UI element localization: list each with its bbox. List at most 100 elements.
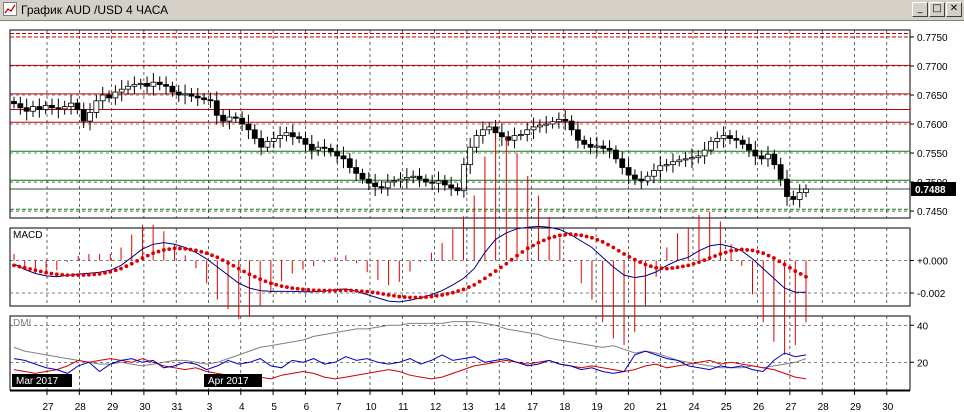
macd-signal-dot	[777, 259, 782, 264]
macd-signal-dot	[215, 255, 220, 260]
macd-signal-dot	[450, 290, 455, 295]
candle-bull	[112, 91, 119, 99]
candle-bear	[334, 151, 341, 157]
macd-signal-dot	[654, 265, 659, 270]
chart-window-icon	[3, 2, 17, 16]
candle-bull	[467, 146, 474, 166]
maximize-button[interactable]: □	[929, 2, 945, 17]
candle-bull	[796, 192, 803, 200]
dmi-axis-label: 20	[917, 358, 929, 369]
macd-signal-dot	[338, 288, 343, 293]
candle-bear	[575, 129, 581, 141]
macd-signal-dot	[664, 266, 669, 271]
candle-bull	[277, 135, 284, 139]
close-button[interactable]: ✕	[946, 2, 962, 17]
macd-signal-dot	[252, 274, 257, 279]
time-axis-label: 7	[336, 402, 342, 412]
macd-signal-dot	[151, 251, 156, 256]
candle-bear	[359, 172, 366, 180]
time-axis-label: 3	[207, 402, 213, 412]
macd-label: MACD	[13, 230, 42, 241]
candle-bear	[327, 147, 334, 153]
minimize-button[interactable]: _	[912, 2, 928, 17]
candle-bull	[87, 111, 93, 122]
macd-signal-dot	[306, 287, 311, 292]
candle-bull	[118, 88, 125, 93]
candle-bear	[289, 132, 296, 138]
time-axis-label: 17	[527, 402, 539, 412]
candle-bear	[733, 138, 740, 141]
macd-signal-dot	[124, 264, 129, 269]
chart-area[interactable]: 0.77500.77000.76500.76000.75500.75000.74…	[0, 21, 964, 412]
macd-signal-dot	[472, 282, 477, 287]
candle-bull	[384, 181, 391, 189]
macd-signal-dot	[483, 276, 487, 281]
price-axis-label: 0.7550	[917, 149, 948, 160]
candle-bear	[308, 143, 315, 151]
macd-signal-dot	[525, 246, 530, 251]
macd-signal-dot	[466, 285, 471, 290]
candle-bear	[365, 178, 372, 184]
candle-bull	[803, 188, 809, 193]
macd-signal-dot	[488, 272, 493, 277]
macd-signal-dot	[76, 273, 81, 278]
macd-signal-dot	[515, 253, 519, 258]
macd-signal-dot	[92, 272, 97, 277]
candle-bear	[207, 99, 214, 102]
macd-signal-dot	[686, 263, 691, 268]
macd-panel	[9, 227, 911, 307]
macd-signal-dot	[54, 272, 59, 277]
candle-bull	[435, 180, 442, 184]
candle-bear	[625, 167, 632, 176]
candle-bull	[61, 106, 68, 110]
candle-bear	[36, 106, 43, 110]
macd-signal-dot	[622, 252, 626, 256]
time-axis-label: 11	[398, 402, 409, 412]
time-axis-label: 29	[850, 402, 862, 412]
macd-signal-dot	[311, 288, 316, 293]
macd-signal-dot	[552, 234, 557, 239]
macd-signal-dot	[263, 279, 268, 284]
candle-bear	[175, 91, 182, 96]
candle-bull	[150, 81, 157, 87]
macd-signal-dot	[718, 252, 723, 256]
macd-signal-dot	[595, 237, 600, 242]
macd-signal-dot	[413, 295, 418, 300]
macd-signal-dot	[750, 248, 755, 253]
macd-signal-dot	[755, 249, 760, 254]
macd-signal-dot	[568, 232, 573, 237]
macd-signal-dot	[81, 273, 86, 277]
candle-bear	[416, 175, 423, 180]
candle-bear	[17, 103, 24, 109]
candle-bear	[201, 97, 207, 101]
macd-signal-dot	[38, 269, 43, 274]
time-axis-label: 20	[624, 402, 636, 412]
candle-bull	[524, 129, 531, 135]
macd-signal-dot	[702, 258, 707, 262]
candle-bull	[68, 102, 74, 107]
candle-bull	[536, 124, 543, 128]
macd-signal-dot	[804, 274, 808, 279]
candle-bull	[131, 84, 138, 87]
candle-bull	[555, 118, 562, 123]
time-axis-label: 5	[271, 402, 277, 412]
macd-signal-dot	[322, 288, 327, 293]
title-bar[interactable]: График AUD /USD 4 ЧАСА _ □ ✕	[0, 0, 964, 21]
candle-bear	[296, 136, 303, 139]
candle-bear	[619, 158, 626, 168]
macd-signal-dot	[461, 287, 466, 292]
candle-bull	[657, 165, 664, 171]
candle-bear	[372, 182, 379, 188]
time-axis-label: 28	[818, 402, 830, 412]
macd-signal-dot	[28, 267, 32, 271]
macd-signal-dot	[247, 272, 252, 277]
candle-bear	[492, 126, 499, 134]
chart-canvas[interactable]: 0.77500.77000.76500.76000.75500.75000.74…	[0, 21, 964, 412]
macd-signal-dot	[408, 295, 412, 300]
candle-bull	[264, 141, 271, 148]
candle-bear	[144, 82, 150, 87]
time-axis-label: 4	[239, 402, 245, 412]
macd-signal-dot	[231, 263, 236, 268]
macd-signal-dot	[327, 288, 332, 293]
candle-bull	[397, 178, 404, 182]
